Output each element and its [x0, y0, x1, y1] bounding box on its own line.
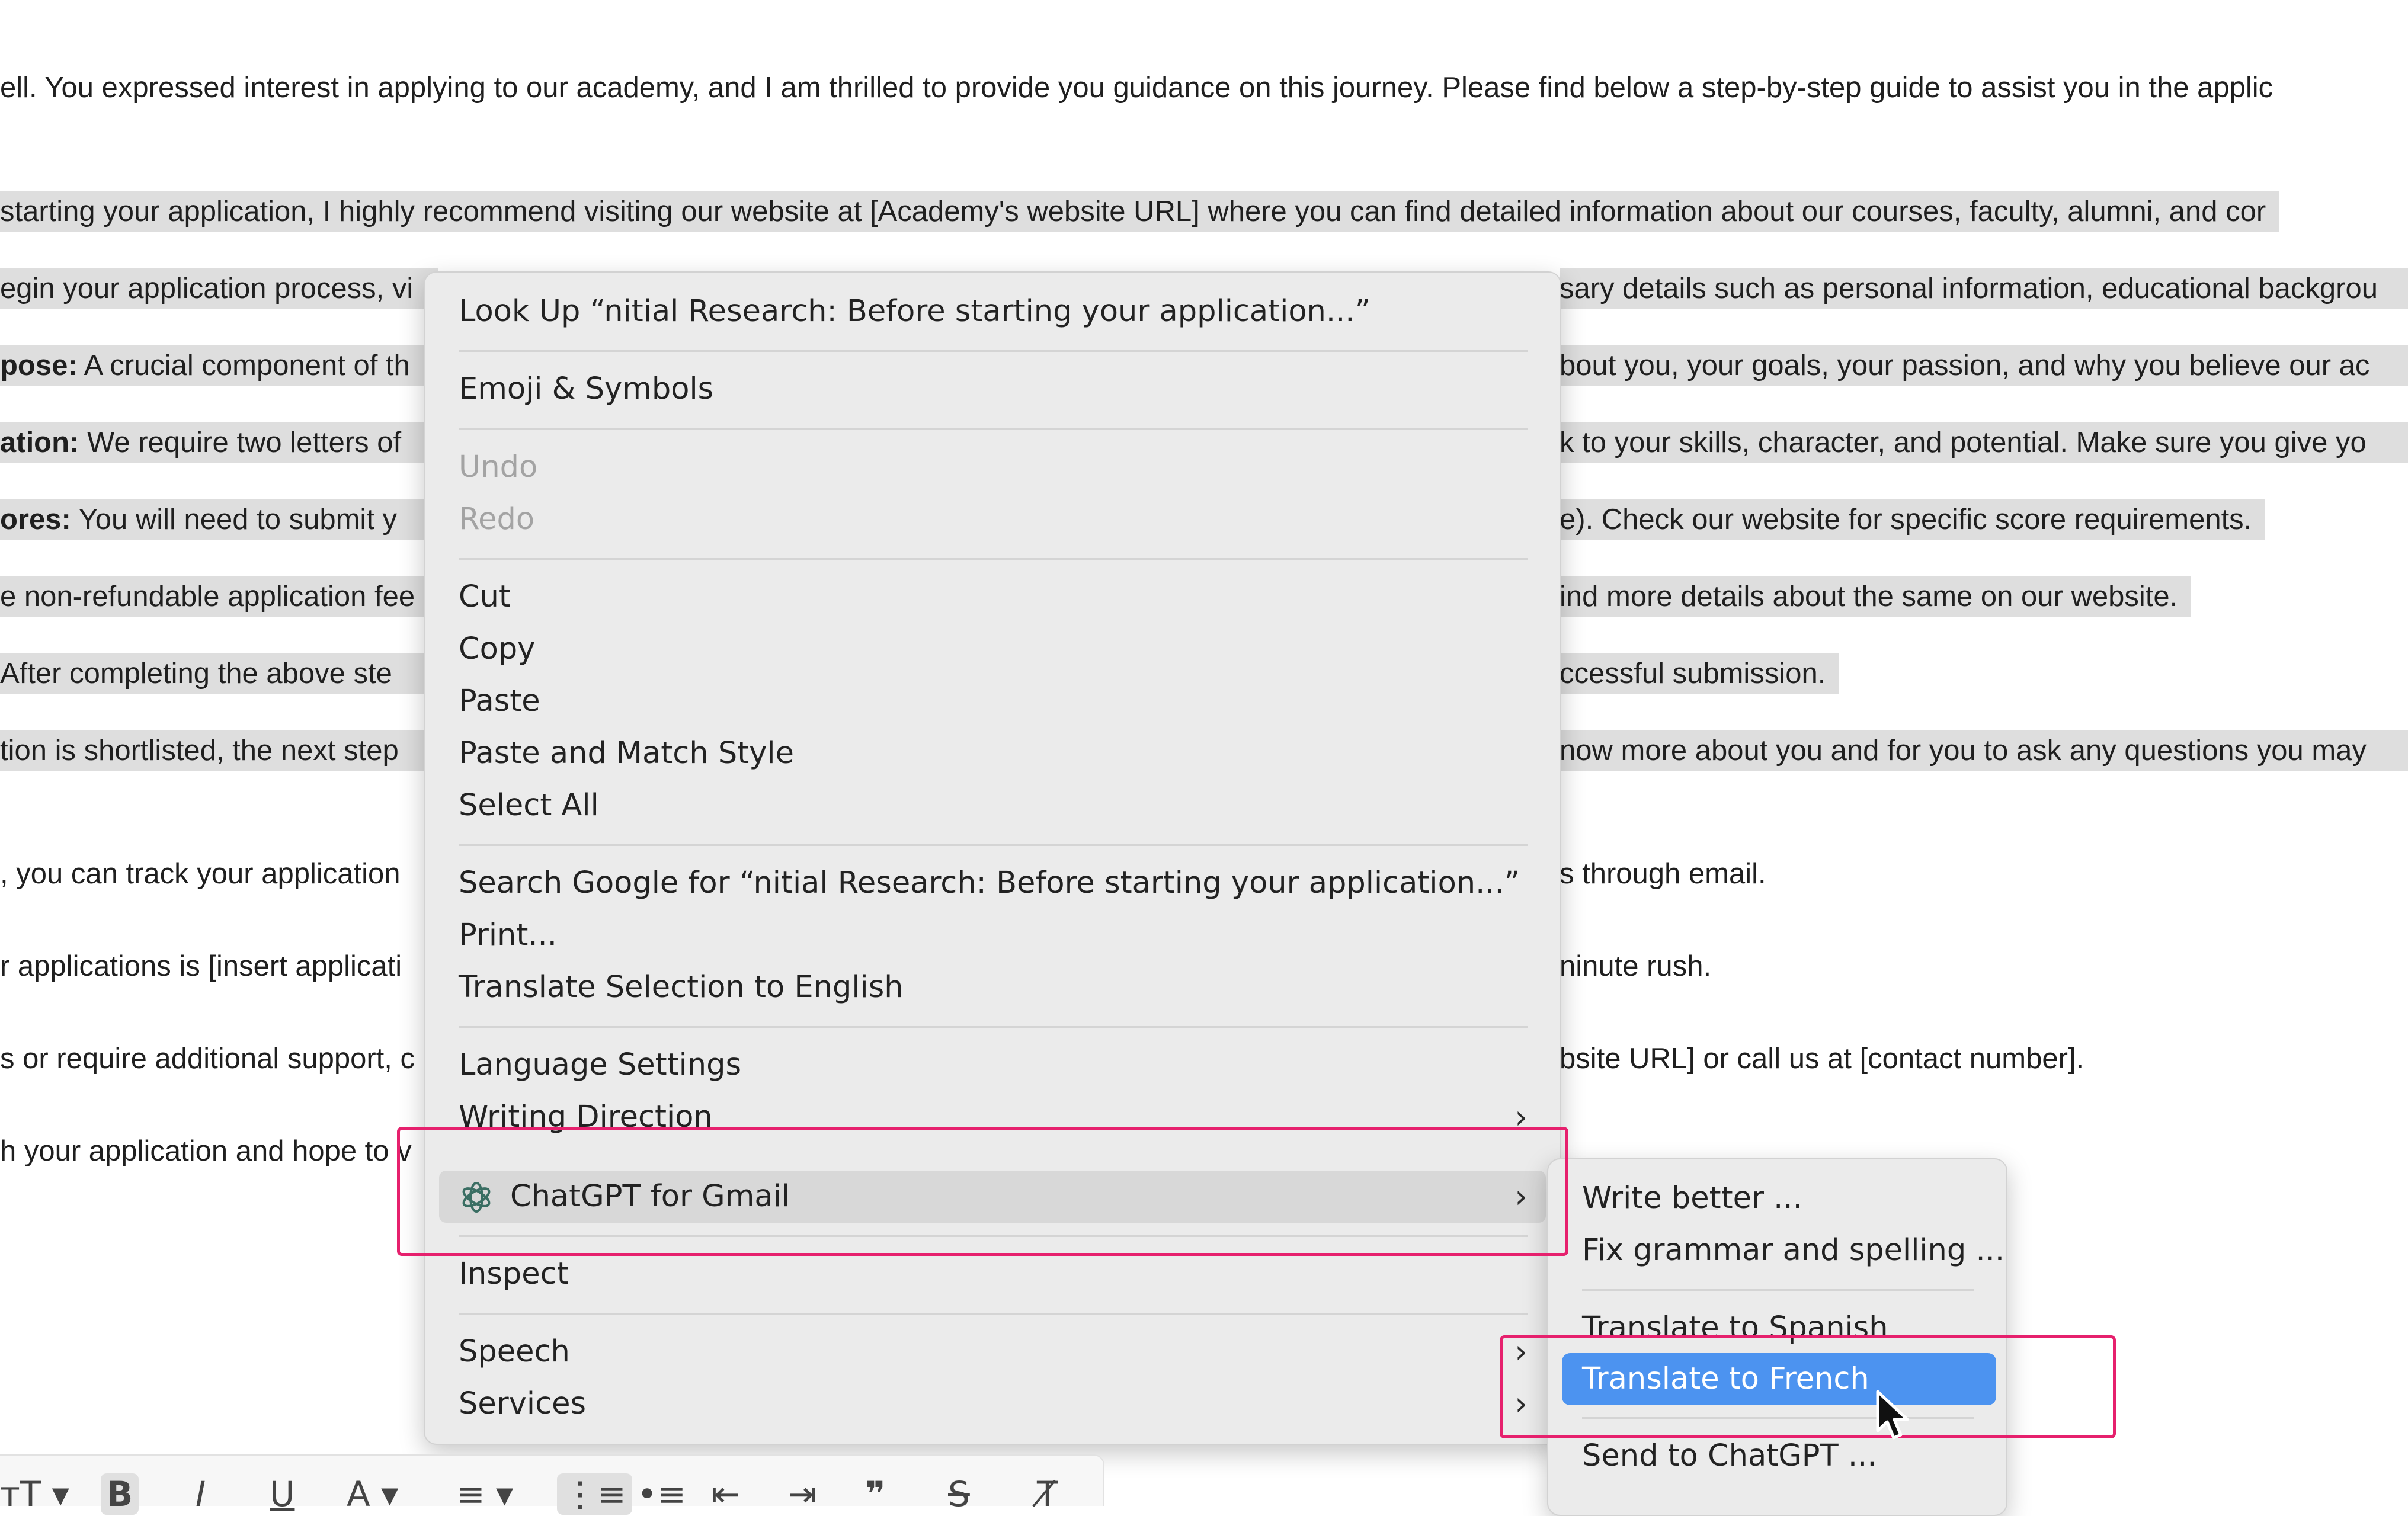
numbered-list-icon[interactable]: ⋮≡ — [557, 1473, 632, 1515]
italic-button[interactable]: I — [196, 1473, 206, 1515]
email-line-selected: ind more details about the same on our w… — [1560, 576, 2191, 617]
menu-item-emoji-symbols[interactable]: Emoji & Symbols — [459, 370, 713, 408]
email-line-selected: bout you, your goals, your passion, and … — [1560, 345, 2408, 386]
menu-item-language-settings[interactable]: Language Settings — [459, 1046, 741, 1084]
email-line-selected: After completing the above ste — [0, 653, 438, 694]
menu-separator — [459, 558, 1528, 560]
underline-button[interactable]: U — [270, 1473, 294, 1515]
menu-item-services[interactable]: Services — [459, 1385, 586, 1423]
formatting-toolbar: тT ▾ B I U A ▾ ≡ ▾ ⋮≡ •≡ ⇤ ⇥ ❞ S T̸ — [0, 1454, 1104, 1515]
remove-formatting-icon[interactable]: T̸ — [1037, 1473, 1058, 1515]
menu-separator — [1582, 1289, 1974, 1291]
quote-icon[interactable]: ❞ — [865, 1473, 885, 1515]
bold-button[interactable]: B — [101, 1473, 139, 1515]
menu-item-print[interactable]: Print... — [459, 916, 557, 954]
indent-less-icon[interactable]: ⇤ — [711, 1473, 740, 1515]
email-line: s or require additional support, c — [0, 1043, 415, 1075]
menu-item-cut[interactable]: Cut — [459, 578, 511, 616]
bulleted-list-icon[interactable]: •≡ — [637, 1473, 686, 1515]
menu-item-redo[interactable]: Redo — [459, 501, 534, 539]
menu-item-select-all[interactable]: Select All — [459, 787, 599, 825]
context-menu: Look Up “nitial Research: Before startin… — [424, 271, 1561, 1445]
indent-more-icon[interactable]: ⇥ — [788, 1473, 817, 1515]
text-color-button[interactable]: A ▾ — [347, 1473, 398, 1515]
email-line: s through email. — [1560, 858, 1766, 890]
email-line-selected: egin your application process, vi — [0, 268, 438, 309]
email-line-selected: now more about you and for you to ask an… — [1560, 730, 2408, 771]
submenu-item-fix-grammar[interactable]: Fix grammar and spelling ... — [1582, 1232, 2004, 1270]
annotation-box-chatgpt — [397, 1127, 1568, 1256]
submenu-item-send-to-chatgpt[interactable]: Send to ChatGPT ... — [1582, 1437, 1877, 1475]
menu-item-undo[interactable]: Undo — [459, 448, 537, 486]
email-line-selected: ores: You will need to submit y — [0, 499, 438, 540]
text-size-button[interactable]: тT ▾ — [0, 1473, 69, 1515]
menu-item-speech[interactable]: Speech — [459, 1333, 570, 1371]
email-line-selected: e non-refundable application fee — [0, 576, 438, 617]
menu-separator — [459, 1026, 1528, 1028]
menu-item-paste-match-style[interactable]: Paste and Match Style — [459, 735, 794, 773]
email-line: ninute rush. — [1560, 950, 1712, 982]
menu-item-look-up[interactable]: Look Up “nitial Research: Before startin… — [459, 293, 1370, 331]
menu-separator — [459, 350, 1528, 352]
strikethrough-icon[interactable]: S — [948, 1473, 970, 1515]
menu-item-copy[interactable]: Copy — [459, 630, 535, 668]
email-line: h your application and hope to v — [0, 1135, 412, 1167]
menu-separator — [459, 428, 1528, 430]
email-line-selected: e). Check our website for specific score… — [1560, 499, 2265, 540]
mouse-cursor-icon — [1876, 1390, 1909, 1440]
menu-separator — [459, 844, 1528, 846]
email-line-selected: pose: A crucial component of th — [0, 345, 438, 386]
email-line-selected: sary details such as personal informatio… — [1560, 268, 2408, 309]
email-line-selected: k to your skills, character, and potenti… — [1560, 422, 2408, 463]
email-line-selected: tion is shortlisted, the next step — [0, 730, 438, 771]
align-icon[interactable]: ≡ ▾ — [456, 1473, 513, 1515]
email-line: , you can track your application — [0, 858, 401, 890]
menu-separator — [459, 1313, 1528, 1315]
email-line: bsite URL] or call us at [contact number… — [1560, 1043, 2084, 1075]
menu-item-inspect[interactable]: Inspect — [459, 1255, 569, 1293]
menu-item-search-google[interactable]: Search Google for “nitial Research: Befo… — [459, 864, 1520, 902]
email-line: r applications is [insert applicati — [0, 950, 402, 982]
menu-item-translate-selection[interactable]: Translate Selection to English — [459, 969, 904, 1007]
menu-item-paste[interactable]: Paste — [459, 682, 540, 720]
email-line: ell. You expressed interest in applying … — [0, 72, 2273, 104]
annotation-box-translate-french — [1500, 1335, 2116, 1438]
email-line-selected: starting your application, I highly reco… — [0, 191, 2279, 232]
email-line-selected: ccessful submission. — [1560, 653, 1839, 694]
submenu-item-write-better[interactable]: Write better ... — [1582, 1180, 1802, 1217]
email-line-selected: ation: We require two letters of — [0, 422, 438, 463]
